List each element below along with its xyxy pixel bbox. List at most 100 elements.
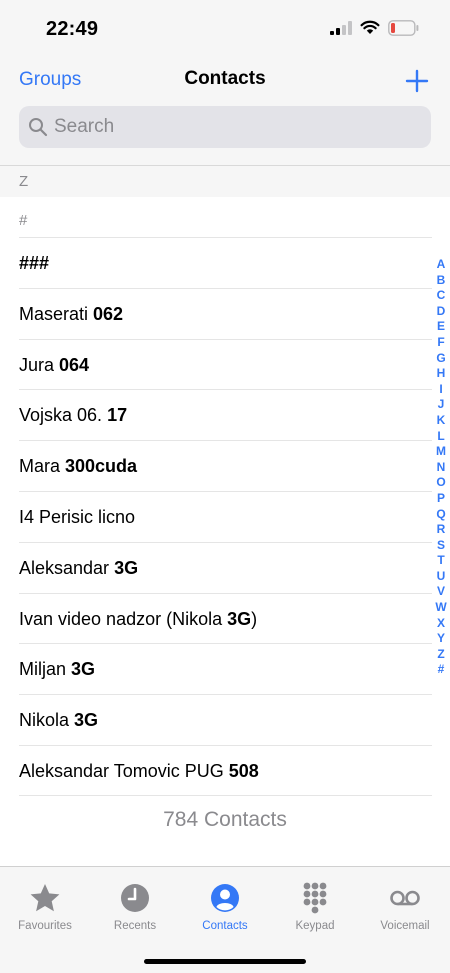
search-placeholder: Search [54,116,115,137]
contact-row[interactable]: Aleksandar Tomovic PUG 508 [19,744,432,796]
contact-name-bold: 3G [227,608,252,629]
contact-list: ### Maserati 062 Jura 064 Vojska 06. 17 Mara… [0,237,450,796]
contact-name-bold: ### [19,253,50,273]
contact-row[interactable]: Jura 064 [19,338,432,390]
index-letter[interactable]: B [432,273,450,289]
index-letter[interactable]: O [432,475,450,491]
contact-name-suffix: ) [251,608,258,629]
index-letter[interactable]: V [432,584,450,600]
tab-keypad[interactable]: Keypad [270,882,360,932]
index-letter[interactable]: U [432,569,450,585]
tab-recents[interactable]: Recents [90,882,180,932]
index-letter[interactable]: R [432,522,450,538]
search-icon [29,118,48,137]
index-letter[interactable]: F [432,335,450,351]
contact-name-bold: 064 [59,354,90,375]
index-letter[interactable]: M [432,444,450,460]
contact-row[interactable]: ### [19,237,432,288]
index-letter[interactable]: C [432,288,450,304]
contact-name-bold: 3G [71,659,96,680]
index-letter[interactable]: L [432,429,450,445]
contact-row[interactable]: Mara 300cuda [19,440,432,491]
tab-bar: Favourites Recents Contacts Keypad Voice… [0,866,450,973]
contact-name: Mara 300cuda [19,456,137,477]
status-bar: 22:49 [0,0,450,60]
index-letter[interactable]: S [432,538,450,554]
index-letter[interactable]: Q [432,507,450,523]
contact-name-plain: Nikola [19,710,75,731]
index-letter[interactable]: E [432,319,450,335]
voicemail-icon [390,890,420,906]
contact-name-bold: 3G [74,710,99,731]
contact-name: Vojska 06. 17 [19,405,127,426]
contact-name-plain: Mara [19,456,66,477]
star-icon [30,884,60,912]
page-title: Contacts [184,68,266,89]
index-letter[interactable]: G [432,351,450,367]
index-letter[interactable]: N [432,460,450,476]
index-letter[interactable]: # [432,662,450,678]
contact-row[interactable]: Nikola 3G [19,694,432,745]
contact-name: ### [19,253,49,274]
index-letter[interactable]: H [432,366,450,382]
section-header-hash: # [19,212,28,229]
index-letter[interactable]: W [432,600,450,616]
contact-name: Maserati 062 [19,304,123,325]
contact-name-plain: Ivan video nadzor (Nikola [19,608,228,629]
section-header-z: Z [0,165,450,197]
cellular-signal-icon [330,21,352,35]
tab-favourites[interactable]: Favourites [0,882,90,932]
contact-name-bold: 3G [114,557,139,578]
contact-name: Jura 064 [19,355,89,376]
navigation-bar: Groups Contacts [0,60,450,104]
contact-name: Ivan video nadzor (Nikola 3G) [19,609,257,630]
tab-contacts[interactable]: Contacts [180,882,270,932]
search-field[interactable]: Search [19,106,431,148]
alphabet-index[interactable]: A B C D E F G H I J K L M N O P Q R S T U V W X Y Z # [432,257,450,678]
tab-voicemail[interactable]: Voicemail [360,882,450,932]
index-letter[interactable]: J [432,397,450,413]
contact-name-bold: 508 [228,760,259,781]
index-letter[interactable]: I [432,382,450,398]
tab-label: Recents [113,920,157,932]
contact-name-plain: Maserati [19,303,94,324]
tab-label: Voicemail [380,920,430,932]
contact-name-bold: 300cuda [65,456,138,477]
contact-row[interactable]: I4 Perisic licno [19,490,432,542]
tab-label: Keypad [295,920,335,932]
contact-name: Miljan 3G [19,659,95,680]
home-indicator[interactable] [144,959,306,964]
contact-name-plain: I4 Perisic licno [19,506,136,527]
contact-name-plain: Aleksandar Tomovic PUG [19,760,229,781]
index-letter[interactable]: T [432,553,450,569]
contact-name: Aleksandar Tomovic PUG 508 [19,761,259,782]
contact-name: Nikola 3G [19,710,98,731]
contact-row[interactable]: Aleksandar 3G [19,541,432,593]
index-letter[interactable]: K [432,413,450,429]
contact-row[interactable]: Ivan video nadzor (Nikola 3G) [19,592,432,644]
contact-row[interactable]: Maserati 062 [19,287,432,339]
index-letter[interactable]: D [432,304,450,320]
wifi-icon [360,20,380,34]
tab-label: Contacts [202,920,248,932]
keypad-icon [303,882,327,914]
clock-icon [121,884,149,912]
contact-name: Aleksandar 3G [19,558,138,579]
contact-name-plain: Jura [19,354,60,375]
person-circle-icon [211,884,239,912]
add-contact-button[interactable] [404,68,430,94]
contact-name: I4 Perisic licno [19,507,135,528]
section-header-z-label: Z [19,173,29,190]
contact-name-bold: 17 [107,405,128,426]
contact-row[interactable]: Miljan 3G [19,643,432,694]
index-letter[interactable]: Y [432,631,450,647]
index-letter[interactable]: X [432,616,450,632]
battery-low-icon [388,20,419,36]
contact-row[interactable]: Vojska 06. 17 [19,389,432,440]
index-letter[interactable]: Z [432,647,450,663]
contact-name-plain: Miljan [19,659,72,680]
index-letter[interactable]: A [432,257,450,273]
index-letter[interactable]: P [432,491,450,507]
contact-name-plain: Vojska 06. [19,405,108,426]
contact-count: 784 Contacts [163,808,287,831]
